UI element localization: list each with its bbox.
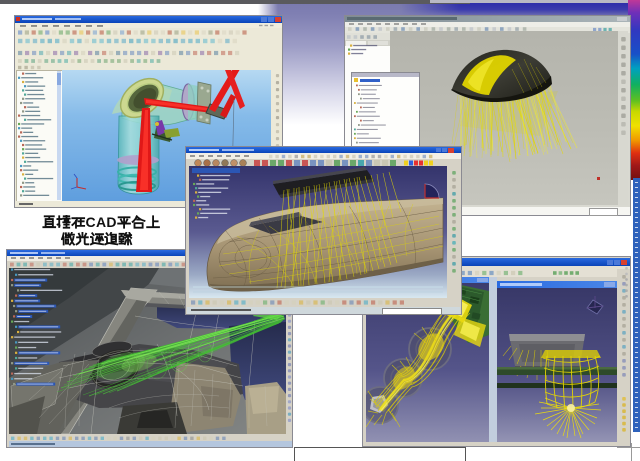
svg-text:D: D [106,215,116,230]
svg-text:C: C [86,215,96,230]
svg-text:A: A [96,215,106,230]
